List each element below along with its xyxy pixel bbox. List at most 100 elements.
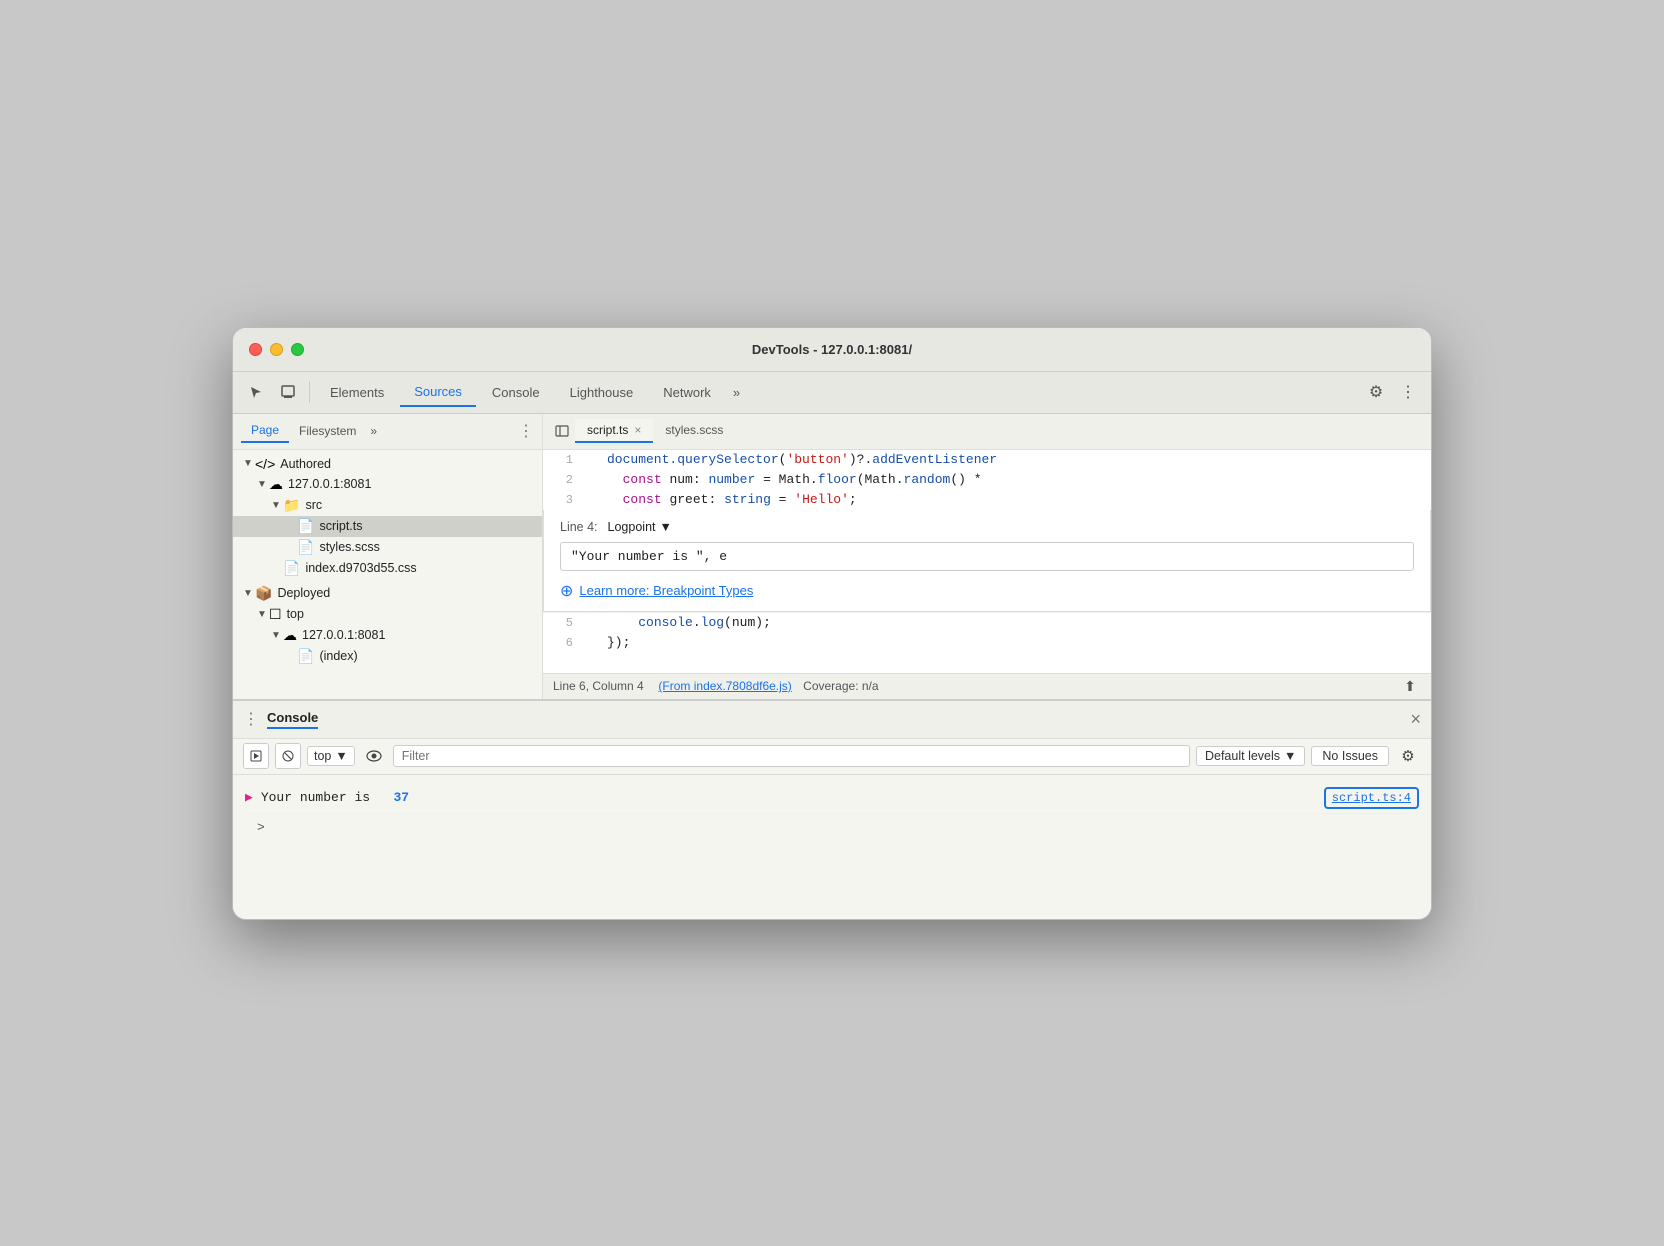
minimize-button[interactable] bbox=[270, 343, 283, 356]
script-ts-item[interactable]: ▶ 📄 script.ts bbox=[233, 516, 542, 537]
tab-sources[interactable]: Sources bbox=[400, 378, 476, 407]
console-header: ⋮ Console × bbox=[233, 701, 1431, 739]
console-settings-icon[interactable]: ⚙ bbox=[1395, 743, 1421, 769]
top-label: top bbox=[287, 607, 304, 621]
filter-input[interactable] bbox=[393, 745, 1190, 767]
tab-lighthouse[interactable]: Lighthouse bbox=[556, 379, 648, 406]
editor-tab-styles[interactable]: styles.scss bbox=[653, 419, 735, 443]
eye-icon[interactable] bbox=[361, 743, 387, 769]
index-label: (index) bbox=[319, 649, 357, 663]
nav-divider bbox=[309, 381, 310, 403]
window-title: DevTools - 127.0.0.1:8081/ bbox=[752, 342, 912, 357]
line-num-5: 5 bbox=[543, 613, 583, 633]
line-num-2: 2 bbox=[543, 470, 583, 490]
top-label: top bbox=[314, 749, 331, 763]
deployed-label: Deployed bbox=[277, 586, 330, 600]
nav-more-icon[interactable]: » bbox=[727, 381, 746, 404]
status-from bbox=[648, 679, 655, 693]
panel-more-icon[interactable]: » bbox=[366, 420, 381, 442]
line-num-3: 3 bbox=[543, 490, 583, 510]
tab-page[interactable]: Page bbox=[241, 419, 289, 443]
logpoint-learn: ⊕ Learn more: Breakpoint Types bbox=[560, 581, 1414, 601]
line-content-1: document.querySelector('button')?.addEve… bbox=[603, 450, 1431, 470]
clear-icon[interactable] bbox=[275, 743, 301, 769]
arrow-icon: ▼ bbox=[241, 458, 255, 469]
editor-tab-script[interactable]: script.ts × bbox=[575, 419, 653, 443]
tab-filesystem[interactable]: Filesystem bbox=[289, 420, 366, 442]
scss-file-icon: 📄 bbox=[297, 539, 314, 556]
code-line-2: 2 const num: number = Math.floor(Math.ra… bbox=[543, 470, 1431, 490]
log-line-1: ▶ Your number is 37 script.ts:4 bbox=[245, 783, 1419, 814]
cursor-icon[interactable] bbox=[241, 377, 271, 407]
code-lines: 1 document.querySelector('button')?.addE… bbox=[543, 450, 1431, 510]
status-coverage-text: Coverage: n/a bbox=[803, 679, 878, 693]
status-from-link[interactable]: (From index.7808df6e.js) bbox=[658, 679, 791, 693]
console-options-icon[interactable]: ⋮ bbox=[243, 709, 259, 729]
cloud-icon: ☁ bbox=[269, 476, 283, 493]
styles-scss-item[interactable]: ▶ 📄 styles.scss bbox=[233, 537, 542, 558]
line-num-1: 1 bbox=[543, 450, 583, 470]
status-right: ⬆ bbox=[1399, 675, 1421, 697]
styles-scss-label: styles.scss bbox=[319, 540, 379, 554]
arrow-icon: ▼ bbox=[255, 479, 269, 490]
cloud-icon2: ☁ bbox=[283, 627, 297, 644]
line-num-6: 6 bbox=[543, 633, 583, 653]
editor-tab-close-icon[interactable]: × bbox=[634, 423, 641, 437]
log-source-link[interactable]: script.ts:4 bbox=[1324, 787, 1419, 809]
sidebar-toggle-icon[interactable] bbox=[549, 418, 575, 444]
log-icon: ▶ bbox=[245, 790, 253, 805]
code-lines-lower: 5 console.log(num); 6 }); bbox=[543, 612, 1431, 673]
logpoint-type-dropdown[interactable]: Logpoint ▼ bbox=[608, 520, 672, 534]
learn-more-link[interactable]: Learn more: Breakpoint Types bbox=[579, 583, 753, 598]
index-item[interactable]: ▶ 📄 (index) bbox=[233, 646, 542, 667]
default-levels-label: Default levels bbox=[1205, 749, 1280, 763]
authored-item[interactable]: ▼ </> Authored bbox=[233, 454, 542, 474]
log-text-label: Your number is bbox=[261, 790, 378, 805]
levels-dropdown-arrow: ▼ bbox=[1284, 749, 1296, 763]
code-line-5: 5 console.log(num); bbox=[543, 613, 1431, 633]
console-close-icon[interactable]: × bbox=[1410, 709, 1421, 730]
server-item[interactable]: ▼ ☁ 127.0.0.1:8081 bbox=[233, 474, 542, 495]
tab-console[interactable]: Console bbox=[478, 379, 554, 406]
index-css-item[interactable]: ▶ 📄 index.d9703d55.css bbox=[233, 558, 542, 579]
prompt-arrow-icon: > bbox=[257, 820, 265, 835]
css-file-icon: 📄 bbox=[283, 560, 300, 577]
log-number: 37 bbox=[393, 790, 409, 805]
logpoint-popup: Line 4: Logpoint ▼ ⊕ Learn more: Breakpo… bbox=[543, 510, 1431, 612]
index-css-label: index.d9703d55.css bbox=[305, 561, 416, 575]
code-line-1: 1 document.querySelector('button')?.addE… bbox=[543, 450, 1431, 470]
title-bar: DevTools - 127.0.0.1:8081/ bbox=[233, 328, 1431, 372]
logpoint-input-wrapper bbox=[560, 542, 1414, 571]
console-prompt[interactable]: > bbox=[245, 814, 1419, 841]
scroll-to-bottom-icon[interactable]: ⬆ bbox=[1399, 675, 1421, 697]
no-issues-badge: No Issues bbox=[1311, 746, 1389, 766]
code-line-3: 3 const greet: string = 'Hello'; bbox=[543, 490, 1431, 510]
line-content-3: const greet: string = 'Hello'; bbox=[603, 490, 1431, 510]
panel-options-icon[interactable]: ⋮ bbox=[518, 421, 534, 441]
logpoint-input[interactable] bbox=[569, 547, 1405, 566]
code-line-6: 6 }); bbox=[543, 633, 1431, 653]
deployed-item[interactable]: ▼ 📦 Deployed bbox=[233, 583, 542, 604]
editor-tabs: script.ts × styles.scss bbox=[543, 414, 1431, 450]
authored-label: Authored bbox=[280, 457, 331, 471]
close-button[interactable] bbox=[249, 343, 262, 356]
settings-icon[interactable]: ⚙ bbox=[1361, 377, 1391, 407]
execute-icon[interactable] bbox=[243, 743, 269, 769]
maximize-button[interactable] bbox=[291, 343, 304, 356]
more-options-icon[interactable]: ⋮ bbox=[1393, 377, 1423, 407]
file-tree: ▼ </> Authored ▼ ☁ 127.0.0.1:8081 ▼ 📁 bbox=[233, 450, 542, 699]
status-bar: Line 6, Column 4 (From index.7808df6e.js… bbox=[543, 673, 1431, 699]
tab-network[interactable]: Network bbox=[649, 379, 725, 406]
tab-elements[interactable]: Elements bbox=[316, 379, 398, 406]
line-content-5: console.log(num); bbox=[603, 613, 1431, 633]
script-ts-label: script.ts bbox=[319, 519, 362, 533]
top-nav: Elements Sources Console Lighthouse Netw… bbox=[233, 372, 1431, 414]
src-item[interactable]: ▼ 📁 src bbox=[233, 495, 542, 516]
learn-icon: ⊕ bbox=[560, 581, 573, 601]
default-levels-dropdown[interactable]: Default levels ▼ bbox=[1196, 746, 1305, 766]
top-context-dropdown[interactable]: top ▼ bbox=[307, 746, 355, 766]
inspect-icon[interactable] bbox=[273, 377, 303, 407]
top-item[interactable]: ▼ ☐ top bbox=[233, 604, 542, 625]
line-content-6: }); bbox=[603, 633, 1431, 653]
deployed-server-item[interactable]: ▼ ☁ 127.0.0.1:8081 bbox=[233, 625, 542, 646]
